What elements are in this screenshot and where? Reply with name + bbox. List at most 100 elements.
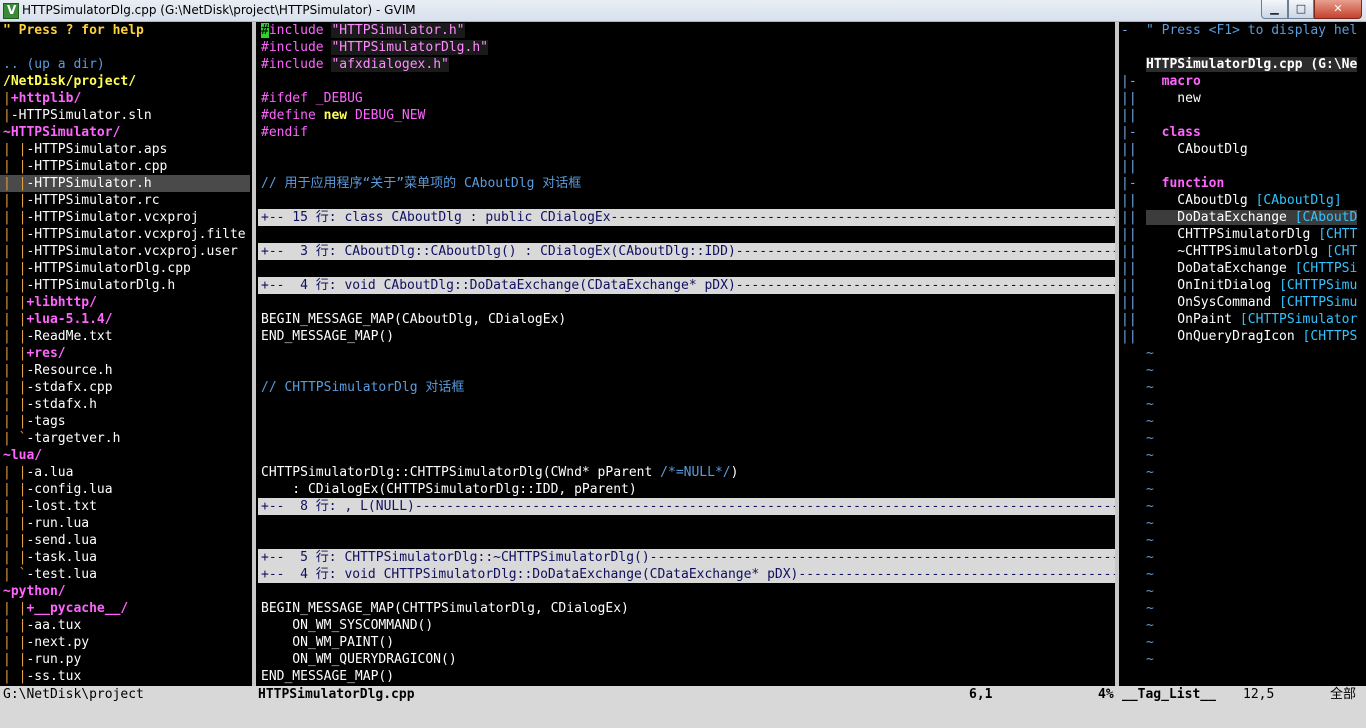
taglist-item[interactable]: HTTPSimulatorDlg.cpp (G:\Ne [1121, 56, 1366, 73]
tree-node[interactable]: | |+res/ [0, 345, 250, 362]
taglist-item[interactable]: || [1121, 107, 1366, 124]
tree-node[interactable]: | |-Resource.h [0, 362, 250, 379]
code-line[interactable] [258, 413, 1115, 430]
code-line[interactable]: #include "HTTPSimulatorDlg.h" [258, 39, 1115, 56]
code-line[interactable]: BEGIN_MESSAGE_MAP(CAboutDlg, CDialogEx) [258, 311, 1115, 328]
tree-node[interactable]: | |-config.lua [0, 481, 250, 498]
tree-node[interactable]: | `-targetver.h [0, 430, 250, 447]
code-line[interactable]: END_MESSAGE_MAP() [258, 668, 1115, 685]
code-line[interactable] [258, 345, 1115, 362]
code-line[interactable] [258, 158, 1115, 175]
tree-node[interactable]: | `-test.lua [0, 566, 250, 583]
taglist-item[interactable]: || CAboutDlg [1121, 141, 1366, 158]
tree-node[interactable]: | |+__pycache__/ [0, 600, 250, 617]
tree-node[interactable]: | |-task.lua [0, 549, 250, 566]
tree-node[interactable]: ~python/ [0, 583, 250, 600]
code-line[interactable] [258, 532, 1115, 549]
tree-node[interactable]: |-HTTPSimulator.sln [0, 107, 250, 124]
vertical-split-separator[interactable] [252, 22, 256, 686]
code-buffer-pane[interactable]: #include "HTTPSimulator.h" #include "HTTP… [258, 22, 1115, 686]
taglist-item[interactable]: || OnInitDialog [CHTTPSimu [1121, 277, 1366, 294]
tree-node[interactable]: | |-HTTPSimulator.vcxproj.user [0, 243, 250, 260]
code-line[interactable] [258, 192, 1115, 209]
taglist-item[interactable]: || ~CHTTPSimulatorDlg [CHT [1121, 243, 1366, 260]
code-line[interactable] [258, 73, 1115, 90]
tree-node[interactable]: ~lua/ [0, 447, 250, 464]
code-line[interactable]: ON_WM_PAINT() [258, 634, 1115, 651]
taglist-item[interactable]: || DoDataExchange [CAboutD [1121, 209, 1366, 226]
tree-node[interactable]: | |-ss.tux [0, 668, 250, 685]
taglist-item[interactable]: || CAboutDlg [CAboutDlg] [1121, 192, 1366, 209]
tree-node[interactable]: | |-HTTPSimulatorDlg.cpp [0, 260, 250, 277]
tree-node[interactable]: | |-HTTPSimulator.aps [0, 141, 250, 158]
code-line[interactable]: END_MESSAGE_MAP() [258, 328, 1115, 345]
code-line[interactable]: : CDialogEx(CHTTPSimulatorDlg::IDD, pPar… [258, 481, 1115, 498]
tree-node[interactable]: | |-HTTPSimulator.vcxproj [0, 209, 250, 226]
tree-node[interactable]: | |-run.lua [0, 515, 250, 532]
taglist-item[interactable]: || new [1121, 90, 1366, 107]
vertical-split-separator[interactable] [1115, 22, 1119, 686]
code-line[interactable] [258, 515, 1115, 532]
taglist-item[interactable]: |- function [1121, 175, 1366, 192]
fold-line[interactable]: +-- 4 行: void CHTTPSimulatorDlg::DoDataE… [258, 566, 1115, 583]
tree-node[interactable]: | |-HTTPSimulator.rc [0, 192, 250, 209]
code-line[interactable] [258, 260, 1115, 277]
minimize-button[interactable]: ▁ [1261, 0, 1288, 19]
tree-node[interactable]: ~HTTPSimulator/ [0, 124, 250, 141]
command-line[interactable] [0, 703, 1366, 728]
tree-node[interactable]: | |-lost.txt [0, 498, 250, 515]
tree-node[interactable]: | |-stdafx.h [0, 396, 250, 413]
code-line[interactable]: BEGIN_MESSAGE_MAP(CHTTPSimulatorDlg, CDi… [258, 600, 1115, 617]
taglist-item[interactable]: || [1121, 158, 1366, 175]
code-line[interactable]: #ifdef _DEBUG [258, 90, 1115, 107]
code-line[interactable] [258, 583, 1115, 600]
code-line[interactable]: // 用于应用程序“关于”菜单项的 CAboutDlg 对话框 [258, 175, 1115, 192]
code-line[interactable] [258, 141, 1115, 158]
tree-node[interactable]: " Press ? for help [0, 22, 250, 39]
tree-node[interactable]: | |-HTTPSimulator.cpp [0, 158, 250, 175]
code-line[interactable]: // CHTTPSimulatorDlg 对话框 [258, 379, 1115, 396]
tree-node[interactable]: | |-next.py [0, 634, 250, 651]
taglist-item[interactable]: |- class [1121, 124, 1366, 141]
code-line[interactable] [258, 226, 1115, 243]
taglist-item[interactable]: |- macro [1121, 73, 1366, 90]
gvim-app-icon[interactable] [3, 3, 19, 19]
tree-node[interactable]: | |-send.lua [0, 532, 250, 549]
tree-node[interactable]: | |-aa.tux [0, 617, 250, 634]
code-line[interactable]: #endif [258, 124, 1115, 141]
fold-line[interactable]: +-- 4 行: void CAboutDlg::DoDataExchange(… [258, 277, 1115, 294]
fold-line[interactable]: +-- 8 行: , L(NULL)----------------------… [258, 498, 1115, 515]
code-line[interactable]: ON_WM_SYSCOMMAND() [258, 617, 1115, 634]
taglist-item[interactable]: - " Press <F1> to display hel [1121, 22, 1366, 39]
code-line[interactable] [258, 396, 1115, 413]
tree-node[interactable]: |+httplib/ [0, 90, 250, 107]
taglist-item[interactable] [1121, 39, 1366, 56]
tree-node[interactable]: | |-run.py [0, 651, 250, 668]
taglist-item[interactable]: || DoDataExchange [CHTTPSi [1121, 260, 1366, 277]
tree-node[interactable]: | |-a.lua [0, 464, 250, 481]
close-button[interactable]: ✕ [1314, 0, 1362, 19]
taglist-pane[interactable]: - " Press <F1> to display hel HTTPSimulato… [1121, 22, 1366, 686]
code-line[interactable] [258, 294, 1115, 311]
tree-node[interactable] [0, 39, 250, 56]
tree-node[interactable]: | |+libhttp/ [0, 294, 250, 311]
vim-editor-area[interactable]: " Press ? for help .. (up a dir) /NetDisk/… [0, 22, 1366, 686]
taglist-item[interactable]: || CHTTPSimulatorDlg [CHTT [1121, 226, 1366, 243]
fold-line[interactable]: +-- 5 行: CHTTPSimulatorDlg::~CHTTPSimula… [258, 549, 1115, 566]
code-line[interactable]: ON_WM_QUERYDRAGICON() [258, 651, 1115, 668]
tree-node[interactable]: | |-HTTPSimulator.h [0, 175, 250, 192]
code-line[interactable]: #include "HTTPSimulator.h" [258, 22, 1115, 39]
tree-node[interactable]: | |+lua-5.1.4/ [0, 311, 250, 328]
code-line[interactable] [258, 362, 1115, 379]
code-line[interactable]: CHTTPSimulatorDlg::CHTTPSimulatorDlg(CWn… [258, 464, 1115, 481]
maximize-button[interactable]: □ [1288, 0, 1314, 19]
fold-line[interactable]: +-- 3 行: CAboutDlg::CAboutDlg() : CDialo… [258, 243, 1115, 260]
code-line[interactable]: #include "afxdialogex.h" [258, 56, 1115, 73]
taglist-item[interactable]: || OnQueryDragIcon [CHTTPS [1121, 328, 1366, 345]
taglist-item[interactable]: || OnPaint [CHTTPSimulator [1121, 311, 1366, 328]
fold-line[interactable]: +-- 15 行: class CAboutDlg : public CDial… [258, 209, 1115, 226]
tree-node[interactable]: | |-tags [0, 413, 250, 430]
tree-node[interactable]: /NetDisk/project/ [0, 73, 250, 90]
tree-node[interactable]: .. (up a dir) [0, 56, 250, 73]
taglist-item[interactable]: || OnSysCommand [CHTTPSimu [1121, 294, 1366, 311]
